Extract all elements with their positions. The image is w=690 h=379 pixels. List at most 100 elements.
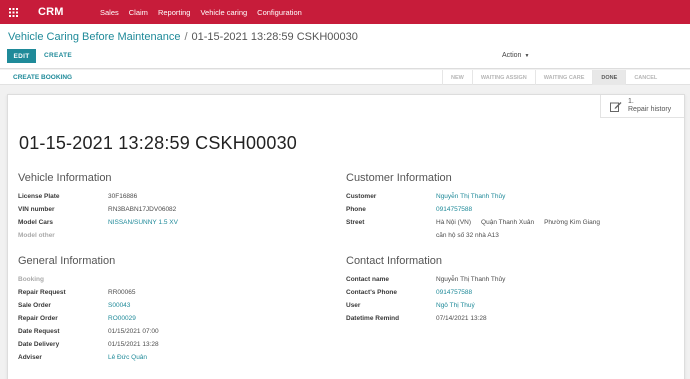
breadcrumb-parent-link[interactable]: Vehicle Caring Before Maintenance (8, 31, 180, 43)
street-line-row: căn hộ số 32 nhà A13 (346, 229, 676, 242)
phone-label: Phone (346, 206, 366, 213)
datetime-remind-value: 07/14/2021 13:28 (436, 315, 487, 322)
breadcrumb-current: 01-15-2021 13:28:59 CSKH00030 (191, 31, 358, 43)
edit-note-icon (610, 101, 622, 112)
phone-row: Phone 0914757588 (346, 203, 676, 216)
customer-information-group: Customer Information Customer Nguyễn Thị… (346, 172, 676, 242)
customer-label: Customer (346, 193, 377, 200)
adviser-label: Adviser (18, 354, 42, 361)
customer-link[interactable]: Nguyễn Thị Thanh Thủy (436, 193, 505, 200)
license-plate-row: License Plate 30F16886 (18, 190, 318, 203)
sale-order-row: Sale Order S00043 (18, 299, 318, 312)
street-district: Quận Thanh Xuân (481, 219, 535, 226)
apps-grid-icon (8, 7, 18, 17)
contact-name-row: Contact name Nguyễn Thị Thanh Thủy (346, 273, 676, 286)
booking-label: Booking (18, 276, 44, 283)
main-menu: Sales Claim Reporting Vehicle caring Con… (100, 8, 312, 17)
date-request-label: Date Request (18, 328, 60, 335)
street-city: Hà Nội (VN) (436, 219, 472, 226)
stage-new[interactable]: NEW (442, 70, 472, 85)
create-booking-button[interactable]: CREATE BOOKING (13, 74, 72, 81)
booking-row: Booking (18, 273, 318, 286)
action-dropdown[interactable]: Action ▼ (502, 52, 529, 59)
menu-item-claim[interactable]: Claim (129, 8, 148, 17)
date-request-row: Date Request 01/15/2021 07:00 (18, 325, 318, 338)
repair-order-row: Repair Order RO00029 (18, 312, 318, 325)
contact-phone-link[interactable]: 0914757588 (436, 289, 472, 296)
top-navbar: CRM Sales Claim Reporting Vehicle caring… (0, 0, 690, 24)
repair-history-button[interactable]: 1. Repair history (600, 95, 684, 118)
customer-information-heading: Customer Information (346, 172, 452, 184)
stage-pipeline: NEW WAITING ASSIGN WAITING CARE DONE CAN… (442, 70, 665, 85)
model-other-label: Model other (18, 232, 55, 239)
action-label: Action (502, 52, 522, 59)
menu-item-sales[interactable]: Sales (100, 8, 119, 17)
contact-phone-row: Contact's Phone 0914757588 (346, 286, 676, 299)
street-ward: Phường Kim Giang (544, 219, 601, 226)
caret-down-icon: ▼ (524, 53, 530, 59)
breadcrumb-separator: / (184, 31, 188, 43)
repair-request-row: Repair Request RR00065 (18, 286, 318, 299)
edit-button[interactable]: EDIT (7, 49, 36, 63)
app-brand[interactable]: CRM (38, 6, 100, 18)
customer-row: Customer Nguyễn Thị Thanh Thủy (346, 190, 676, 203)
street-label: Street (346, 219, 365, 226)
phone-link[interactable]: 0914757588 (436, 206, 472, 213)
date-delivery-row: Date Delivery 01/15/2021 13:28 (18, 338, 318, 351)
vehicle-information-heading: Vehicle Information (18, 172, 112, 184)
repair-request-label: Repair Request (18, 289, 66, 296)
datetime-remind-label: Datetime Remind (346, 315, 400, 322)
stage-done[interactable]: DONE (592, 70, 626, 85)
sale-order-link[interactable]: S00043 (108, 302, 130, 309)
adviser-row: Adviser Lê Đức Quân (18, 351, 318, 364)
vin-row: VIN number RN3BABN17JDV06082 (18, 203, 318, 216)
vin-label: VIN number (18, 206, 55, 213)
repair-history-count: 1. (628, 98, 634, 105)
status-bar: CREATE BOOKING NEW WAITING ASSIGN WAITIN… (0, 70, 690, 85)
user-link[interactable]: Ngô Thị Thuý (436, 302, 475, 309)
street-line-value: căn hộ số 32 nhà A13 (436, 232, 499, 239)
repair-history-label: Repair history (628, 106, 672, 113)
adviser-link[interactable]: Lê Đức Quân (108, 354, 147, 361)
contact-information-group: Contact Information Contact name Nguyễn … (346, 255, 676, 325)
date-delivery-label: Date Delivery (18, 341, 60, 348)
repair-history-text: 1. Repair history (628, 98, 671, 114)
user-row: User Ngô Thị Thuý (346, 299, 676, 312)
stage-cancel[interactable]: CANCEL (625, 70, 665, 85)
vehicle-information-group: Vehicle Information License Plate 30F168… (18, 172, 318, 242)
repair-order-link[interactable]: RO00029 (108, 315, 136, 322)
street-values: Hà Nội (VN) Quận Thanh Xuân Phường Kim G… (436, 219, 610, 226)
repair-request-value: RR00065 (108, 289, 136, 296)
menu-item-configuration[interactable]: Configuration (257, 8, 302, 17)
datetime-remind-row: Datetime Remind 07/14/2021 13:28 (346, 312, 676, 325)
form-sheet: 1. Repair history 01-15-2021 13:28:59 CS… (7, 94, 685, 379)
record-title: 01-15-2021 13:28:59 CSKH00030 (19, 133, 298, 153)
user-label: User (346, 302, 361, 309)
menu-item-vehicle-caring[interactable]: Vehicle caring (200, 8, 247, 17)
create-button[interactable]: CREATE (44, 52, 72, 59)
contact-name-value: Nguyễn Thị Thanh Thủy (436, 276, 506, 283)
model-cars-label: Model Cars (18, 219, 54, 226)
street-row: Street Hà Nội (VN) Quận Thanh Xuân Phườn… (346, 216, 676, 229)
apps-menu-icon[interactable] (0, 0, 26, 24)
license-plate-label: License Plate (18, 193, 60, 200)
contact-name-label: Contact name (346, 276, 389, 283)
model-cars-link[interactable]: NISSAN/SUNNY 1.5 XV (108, 219, 178, 226)
repair-order-label: Repair Order (18, 315, 58, 322)
sale-order-label: Sale Order (18, 302, 51, 309)
general-information-group: General Information Booking Repair Reque… (18, 255, 318, 364)
vin-value: RN3BABN17JDV06082 (108, 206, 177, 213)
stage-waiting-assign[interactable]: WAITING ASSIGN (471, 70, 535, 85)
general-information-heading: General Information (18, 255, 116, 267)
stage-waiting-care[interactable]: WAITING CARE (534, 70, 593, 85)
date-delivery-value: 01/15/2021 13:28 (108, 341, 159, 348)
control-panel: Vehicle Caring Before Maintenance /01-15-… (0, 24, 690, 69)
contact-phone-label: Contact's Phone (346, 289, 398, 296)
breadcrumb: Vehicle Caring Before Maintenance /01-15-… (8, 31, 358, 43)
license-plate-value: 30F16886 (108, 193, 138, 200)
contact-information-heading: Contact Information (346, 255, 442, 267)
date-request-value: 01/15/2021 07:00 (108, 328, 159, 335)
menu-item-reporting[interactable]: Reporting (158, 8, 191, 17)
model-cars-row: Model Cars NISSAN/SUNNY 1.5 XV (18, 216, 318, 229)
model-other-row: Model other (18, 229, 318, 242)
